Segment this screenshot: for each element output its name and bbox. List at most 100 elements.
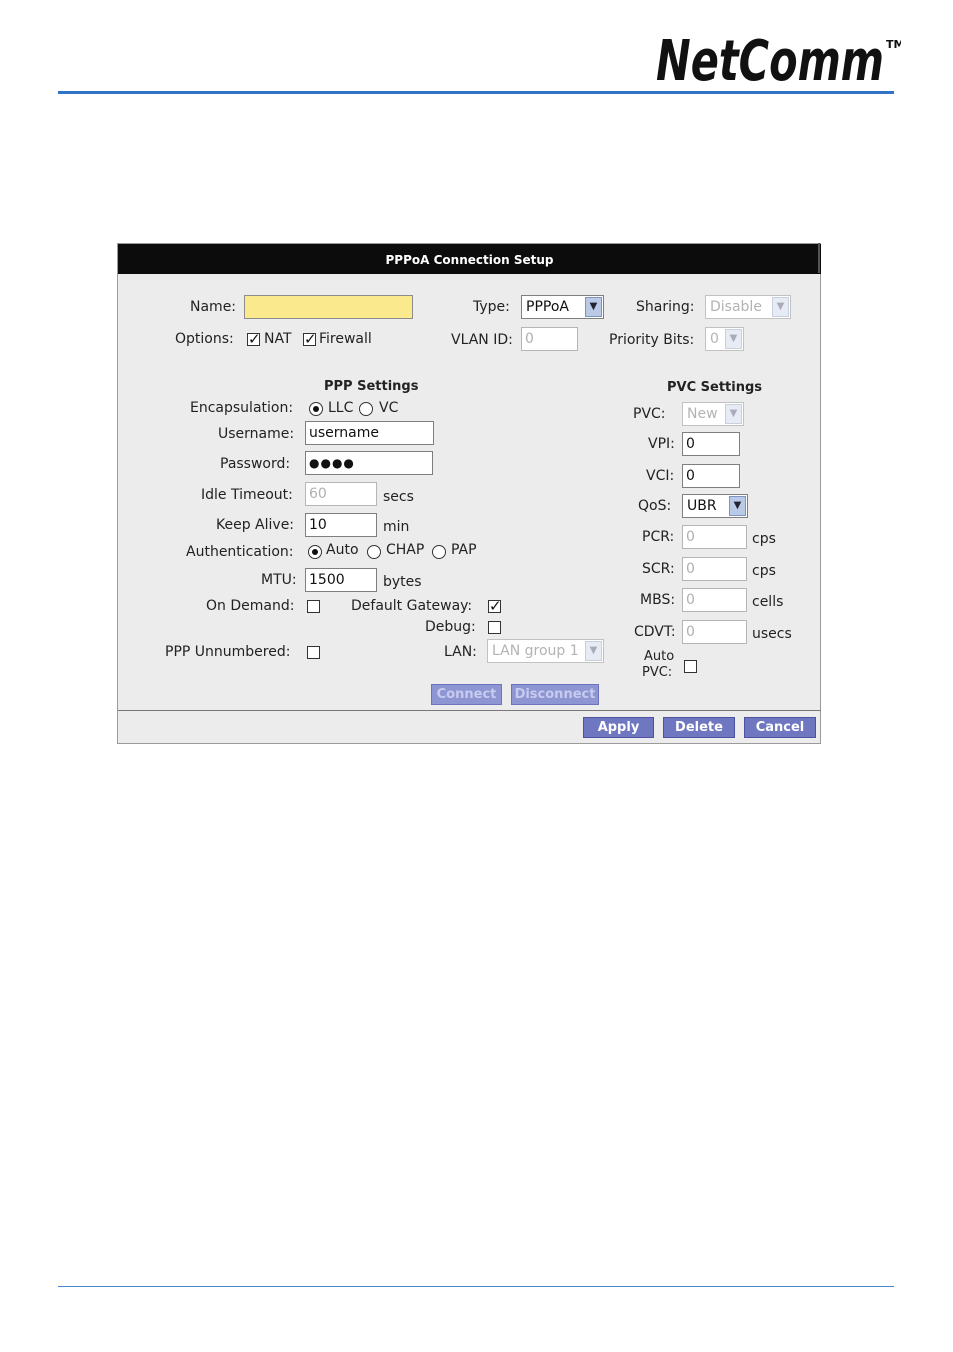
username-input[interactable]: username: [305, 421, 434, 445]
priority-bits-select-value: 0: [710, 331, 719, 347]
auth-auto-label: Auto: [326, 542, 359, 558]
panel-title: PPPoA Connection Setup: [118, 244, 821, 274]
nat-label: NAT: [264, 331, 292, 347]
pvc-select-value: New: [687, 406, 718, 422]
idle-timeout-input[interactable]: 60: [305, 482, 377, 506]
scr-unit: cps: [752, 563, 776, 579]
qos-label: QoS:: [638, 498, 672, 514]
pvc-label: PVC:: [633, 406, 666, 422]
default-gateway-checkbox[interactable]: ✓: [488, 599, 502, 614]
logo-wordmark: NetComm: [656, 29, 884, 86]
footer-rule: [58, 1286, 894, 1287]
nat-checkbox[interactable]: ✓: [247, 332, 261, 347]
pvc-settings-header: PVC Settings: [667, 380, 763, 395]
ppp-settings-header: PPP Settings: [324, 379, 419, 394]
pvc-select[interactable]: New ▼: [682, 402, 744, 426]
auto-pvc-label-line1: Auto: [644, 649, 675, 664]
chevron-down-icon[interactable]: ▼: [725, 404, 742, 424]
chevron-down-icon[interactable]: ▼: [729, 496, 746, 516]
firewall-checkbox[interactable]: ✓: [303, 332, 317, 347]
sharing-label: Sharing:: [636, 299, 695, 315]
keep-alive-input[interactable]: 10: [305, 513, 377, 537]
type-select[interactable]: PPPoA ▼: [521, 295, 604, 319]
netcomm-logo: NetComm TM: [656, 28, 904, 94]
auth-chap-radio[interactable]: [367, 545, 381, 559]
connect-button[interactable]: Connect: [431, 684, 502, 705]
qos-select-value: UBR: [687, 498, 717, 514]
mtu-label: MTU:: [261, 572, 297, 588]
keep-alive-unit: min: [383, 519, 410, 535]
password-input[interactable]: ●●●●: [305, 451, 433, 475]
delete-button[interactable]: Delete: [663, 717, 735, 738]
vlan-id-label: VLAN ID:: [451, 332, 513, 348]
on-demand-checkbox[interactable]: [307, 600, 320, 613]
auth-pap-radio[interactable]: [432, 545, 446, 559]
options-label: Options:: [175, 331, 234, 347]
scr-label: SCR:: [642, 561, 675, 577]
on-demand-label: On Demand:: [206, 598, 295, 614]
auth-pap-label: PAP: [451, 542, 477, 558]
type-label: Type:: [473, 299, 510, 315]
vpi-label: VPI:: [648, 436, 675, 452]
idle-timeout-label: Idle Timeout:: [201, 487, 293, 503]
password-label: Password:: [220, 456, 291, 472]
cdvt-input[interactable]: 0: [682, 620, 747, 644]
header-rule: [58, 91, 894, 94]
encapsulation-llc-radio[interactable]: [309, 402, 323, 416]
cdvt-unit: usecs: [752, 626, 792, 642]
chevron-down-icon[interactable]: ▼: [725, 329, 742, 349]
priority-bits-select[interactable]: 0 ▼: [705, 327, 744, 351]
qos-select[interactable]: UBR ▼: [682, 494, 748, 518]
default-gateway-label: Default Gateway:: [351, 598, 473, 614]
panel-footer-divider: [118, 710, 821, 711]
sharing-select[interactable]: Disable ▼: [705, 295, 791, 319]
mbs-input[interactable]: 0: [682, 588, 747, 612]
ppp-unnumbered-label: PPP Unnumbered:: [165, 644, 291, 660]
chevron-down-icon[interactable]: ▼: [585, 297, 602, 317]
vpi-input[interactable]: 0: [682, 432, 740, 456]
name-label: Name:: [190, 299, 237, 315]
auth-chap-label: CHAP: [386, 542, 425, 558]
mtu-unit: bytes: [383, 574, 422, 590]
idle-timeout-unit: secs: [383, 489, 414, 505]
auth-auto-radio[interactable]: [308, 545, 322, 559]
apply-button[interactable]: Apply: [583, 717, 654, 738]
type-select-value: PPPoA: [526, 299, 569, 315]
lan-select[interactable]: LAN group 1 ▼: [487, 639, 604, 663]
firewall-label: Firewall: [319, 331, 372, 347]
encapsulation-label: Encapsulation:: [190, 400, 294, 416]
chevron-down-icon[interactable]: ▼: [772, 297, 789, 317]
sharing-select-value: Disable: [710, 299, 762, 315]
logo-trademark: TM: [886, 38, 901, 51]
name-input[interactable]: [244, 295, 413, 319]
authentication-label: Authentication:: [186, 544, 294, 560]
lan-label: LAN:: [444, 644, 477, 660]
encapsulation-vc-radio[interactable]: [359, 402, 373, 416]
disconnect-button[interactable]: Disconnect: [511, 684, 599, 705]
auto-pvc-checkbox[interactable]: [684, 660, 697, 673]
cancel-button[interactable]: Cancel: [744, 717, 816, 738]
scr-input[interactable]: 0: [682, 557, 747, 581]
encapsulation-vc-label: VC: [379, 400, 399, 416]
username-label: Username:: [218, 426, 295, 442]
encapsulation-llc-label: LLC: [328, 400, 354, 416]
mbs-label: MBS:: [640, 592, 676, 608]
debug-checkbox[interactable]: [488, 621, 501, 634]
pcr-input[interactable]: 0: [682, 525, 747, 549]
vlan-id-input[interactable]: 0: [521, 327, 578, 351]
panel-title-edge: [818, 243, 820, 273]
pcr-label: PCR:: [642, 529, 675, 545]
chevron-down-icon[interactable]: ▼: [585, 641, 602, 661]
debug-label: Debug:: [425, 619, 476, 635]
cdvt-label: CDVT:: [634, 624, 676, 640]
pppoa-connection-setup-panel: PPPoA Connection Setup Name: Type: PPPoA…: [117, 243, 821, 744]
pcr-unit: cps: [752, 531, 776, 547]
ppp-unnumbered-checkbox[interactable]: [307, 646, 320, 659]
auto-pvc-label-line2: PVC:: [642, 665, 673, 680]
vci-input[interactable]: 0: [682, 464, 740, 488]
mbs-unit: cells: [752, 594, 784, 610]
keep-alive-label: Keep Alive:: [216, 517, 295, 533]
mtu-input[interactable]: 1500: [305, 568, 377, 592]
priority-bits-label: Priority Bits:: [609, 332, 695, 348]
vci-label: VCI:: [646, 468, 675, 484]
